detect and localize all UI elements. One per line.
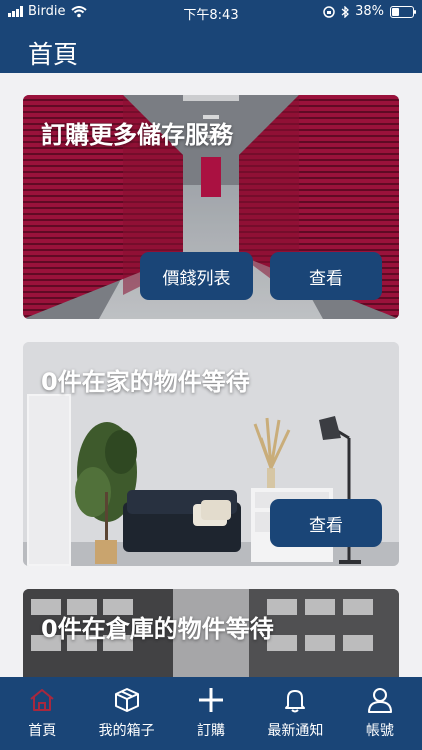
card-title: 0件在家的物件等待 xyxy=(41,368,250,396)
tab-label: 帳號 xyxy=(365,723,394,739)
tab-label: 我的箱子 xyxy=(98,723,155,739)
order-storage-card[interactable]: 訂購更多儲存服務 價錢列表 查看 xyxy=(23,95,399,319)
tab-label: 首頁 xyxy=(28,723,57,739)
battery-percent: 38% xyxy=(355,4,384,19)
tab-label: 最新通知 xyxy=(267,723,324,739)
bottom-tab-bar: 首頁 我的箱子 訂購 最新通知 帳號 xyxy=(0,677,422,750)
plus-icon xyxy=(199,688,224,712)
tab-order[interactable]: 訂購 xyxy=(169,677,253,750)
items-at-home-card[interactable]: 0件在家的物件等待 查看 xyxy=(23,342,399,566)
tab-home[interactable]: 首頁 xyxy=(0,677,84,750)
orientation-lock-icon xyxy=(323,5,335,18)
view-button[interactable]: 查看 xyxy=(270,499,382,547)
tab-my-boxes[interactable]: 我的箱子 xyxy=(84,677,168,750)
view-button[interactable]: 查看 xyxy=(270,252,382,300)
price-list-button[interactable]: 價錢列表 xyxy=(140,252,253,300)
card-title: 訂購更多儲存服務 xyxy=(41,121,233,149)
battery-icon xyxy=(390,5,416,18)
home-icon xyxy=(30,689,54,711)
tab-label: 訂購 xyxy=(197,723,226,739)
items-in-warehouse-card[interactable]: 0件在倉庫的物件等待 xyxy=(23,589,399,689)
status-time: 下午8:43 xyxy=(183,8,239,23)
tab-notifications[interactable]: 最新通知 xyxy=(253,677,337,750)
bluetooth-icon xyxy=(341,5,350,18)
page-title: 首頁 xyxy=(28,40,79,69)
top-bar: Birdie 下午8:43 38% 首頁 xyxy=(0,0,422,73)
bell-icon xyxy=(285,690,306,713)
status-bar: Birdie 下午8:43 38% xyxy=(0,0,422,24)
tab-account[interactable]: 帳號 xyxy=(338,677,422,750)
user-icon xyxy=(367,688,392,713)
card-title: 0件在倉庫的物件等待 xyxy=(41,615,274,643)
box-icon xyxy=(114,688,139,712)
